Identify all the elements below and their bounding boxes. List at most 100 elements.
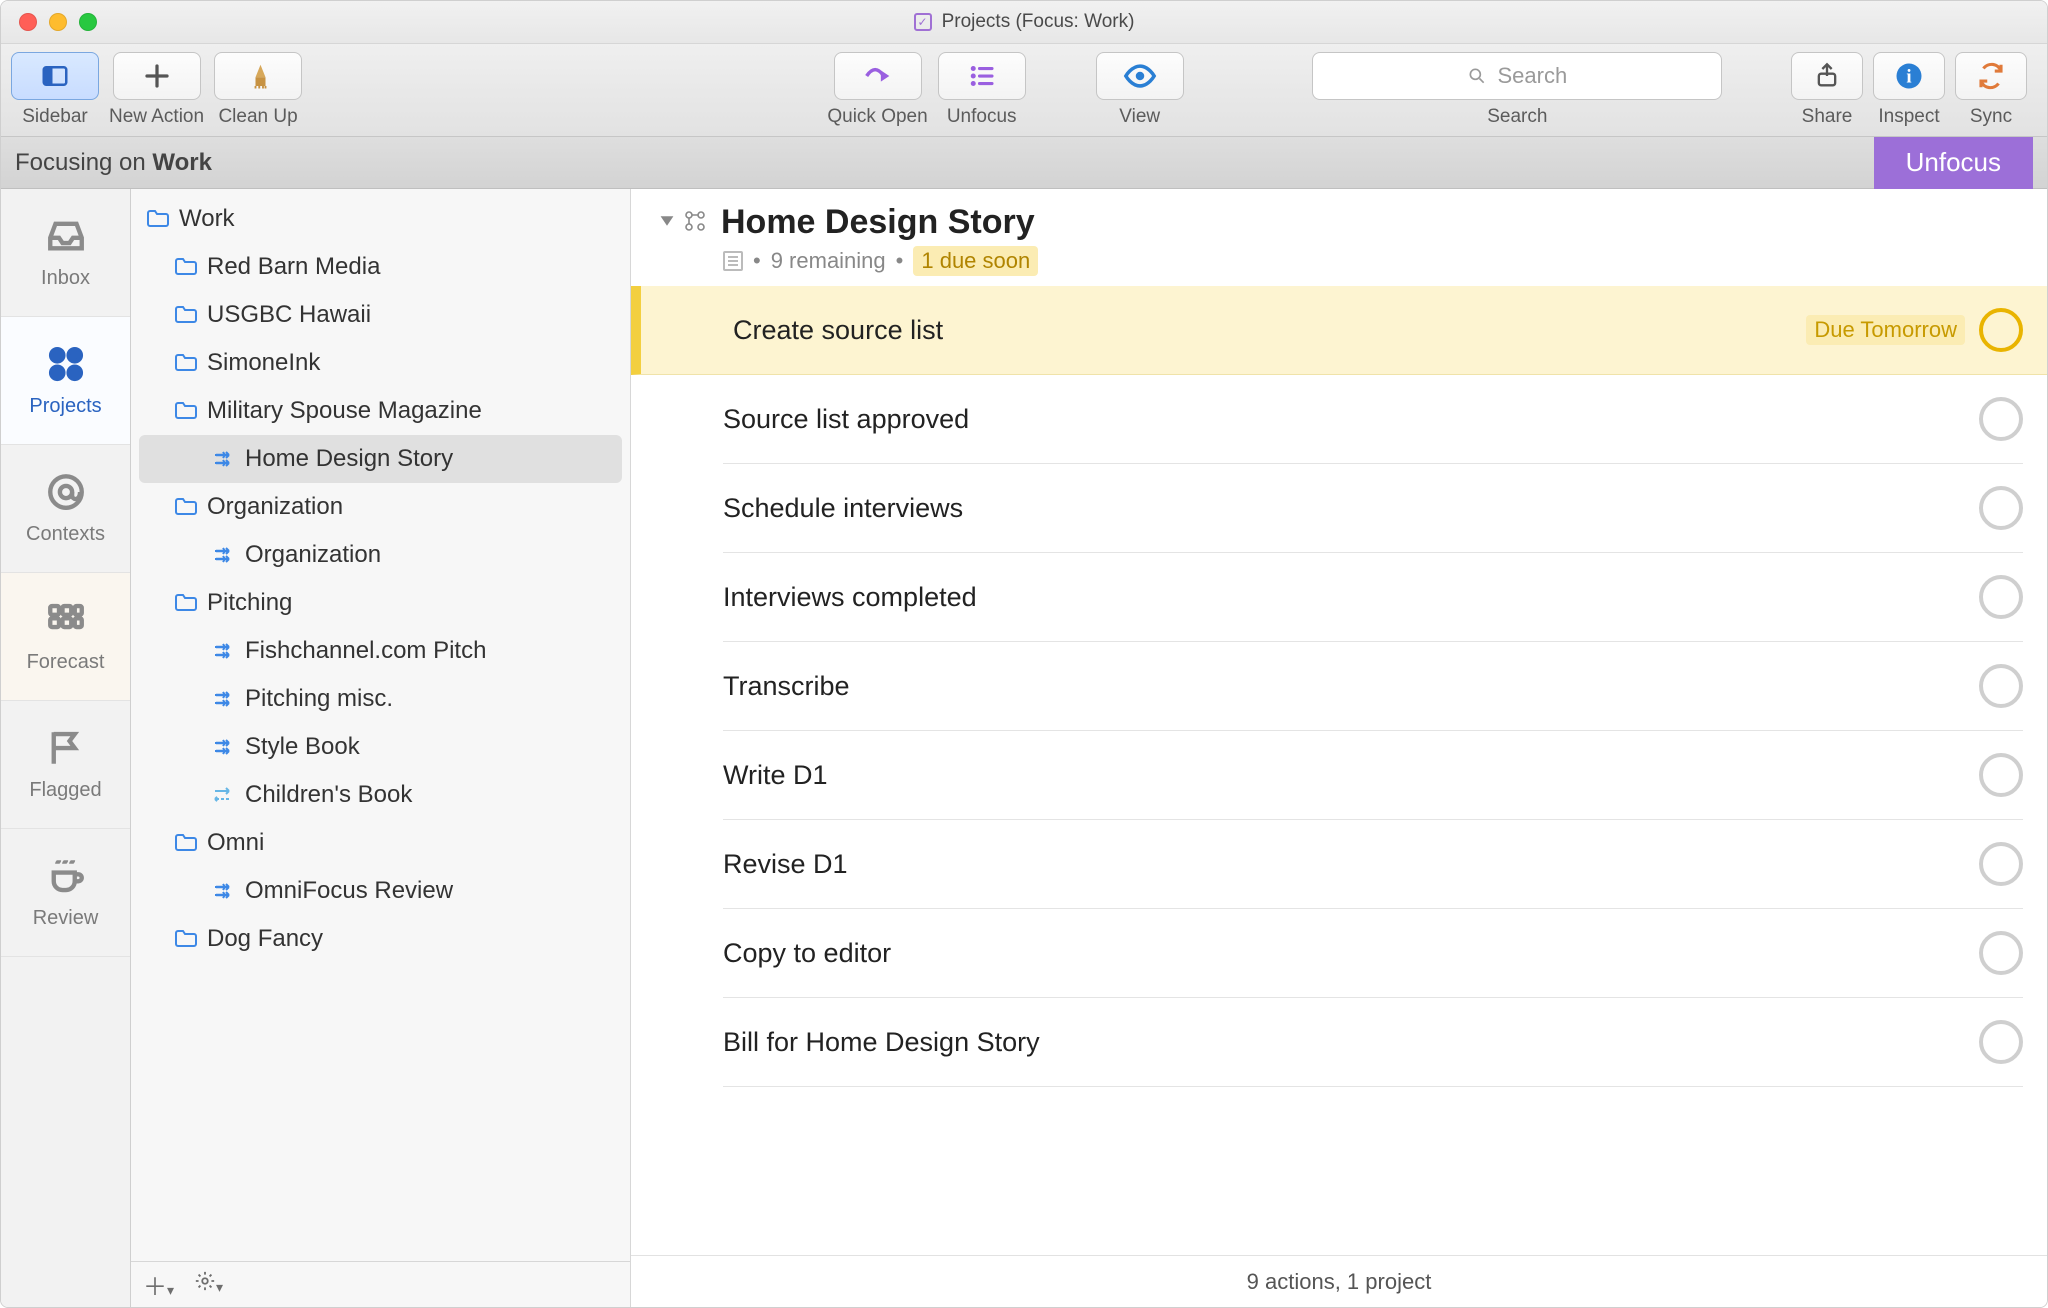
folder-icon (145, 207, 169, 231)
tree-row[interactable]: USGBC Hawaii (131, 291, 630, 339)
task-status-circle[interactable] (1979, 664, 2023, 708)
window-title: ✓ Projects (Focus: Work) (914, 11, 1135, 33)
tree-row[interactable]: OmniFocus Review (131, 867, 630, 915)
view-button[interactable] (1096, 52, 1184, 100)
tree-row-label: Pitching misc. (245, 685, 393, 713)
task-row[interactable]: Revise D1 (723, 820, 2023, 909)
share-button[interactable] (1791, 52, 1863, 100)
forecast-icon (45, 599, 87, 641)
tree-row[interactable]: Red Barn Media (131, 243, 630, 291)
tree-row[interactable]: SimoneInk (131, 339, 630, 387)
tree-row[interactable]: Work (131, 195, 630, 243)
parallel-project-icon (211, 543, 235, 567)
folder-icon (173, 927, 197, 951)
rail-forecast[interactable]: Forecast (1, 573, 130, 701)
task-row[interactable]: Schedule interviews (723, 464, 2023, 553)
app-icon: ✓ (914, 13, 932, 31)
task-name: Copy to editor (723, 938, 1979, 969)
task-status-circle[interactable] (1979, 308, 2023, 352)
focus-bar: Focusing on Work Unfocus (1, 137, 2047, 189)
share-icon (1813, 62, 1841, 90)
task-row[interactable]: Bill for Home Design Story (723, 998, 2023, 1087)
rail-contexts[interactable]: Contexts (1, 445, 130, 573)
list-icon (967, 61, 997, 91)
rail-projects[interactable]: Projects (1, 317, 130, 445)
folder-icon (173, 831, 197, 855)
tree-footer: ＋▾ ▾ (131, 1261, 630, 1307)
unfocus-button[interactable] (938, 52, 1026, 100)
focus-prefix: Focusing on (15, 149, 152, 176)
task-row[interactable]: Write D1 (723, 731, 2023, 820)
quick-open-button[interactable] (834, 52, 922, 100)
gear-menu-button[interactable]: ▾ (194, 1270, 223, 1299)
tree-row[interactable]: Omni (131, 819, 630, 867)
tree-row[interactable]: Organization (131, 483, 630, 531)
tree-row-label: USGBC Hawaii (207, 301, 371, 329)
folder-icon (173, 255, 197, 279)
tree-row[interactable]: Pitching (131, 579, 630, 627)
sync-button[interactable] (1955, 52, 2027, 100)
rail-projects-label: Projects (29, 395, 101, 418)
sidebar-toggle-label: Sidebar (22, 106, 88, 128)
parallel-project-icon (211, 639, 235, 663)
close-button[interactable] (19, 13, 37, 31)
info-icon: i (1894, 61, 1924, 91)
search-field[interactable]: Search (1312, 52, 1722, 100)
rail-flagged[interactable]: Flagged (1, 701, 130, 829)
task-name: Bill for Home Design Story (723, 1027, 1979, 1058)
add-menu-button[interactable]: ＋▾ (143, 1267, 174, 1302)
tree-row[interactable]: Children's Book (131, 771, 630, 819)
new-action-button[interactable] (113, 52, 201, 100)
tree-row[interactable]: Home Design Story (139, 435, 622, 483)
task-name: Interviews completed (723, 582, 1979, 613)
task-row[interactable]: Source list approved (723, 375, 2023, 464)
tree-row[interactable]: Dog Fancy (131, 915, 630, 963)
task-name: Revise D1 (723, 849, 1979, 880)
tree-row[interactable]: Pitching misc. (131, 675, 630, 723)
task-row[interactable]: Copy to editor (723, 909, 2023, 998)
content-title: Home Design Story (721, 203, 1038, 242)
task-status-circle[interactable] (1979, 575, 2023, 619)
task-row[interactable]: Transcribe (723, 642, 2023, 731)
perspective-rail: Inbox Projects Contexts Forecast Flagged… (1, 189, 131, 1307)
tree-row-label: Work (179, 205, 235, 233)
tree-row[interactable]: Style Book (131, 723, 630, 771)
task-status-circle[interactable] (1979, 486, 2023, 530)
due-soon-badge: 1 due soon (913, 246, 1038, 276)
svg-text:i: i (1906, 66, 1911, 87)
titlebar: ✓ Projects (Focus: Work) (1, 1, 2047, 44)
content-header: Home Design Story • 9 remaining • 1 due … (631, 189, 2047, 286)
rail-review[interactable]: Review (1, 829, 130, 957)
window-title-text: Projects (Focus: Work) (942, 11, 1135, 33)
parallel-project-icon (211, 735, 235, 759)
search-placeholder: Search (1497, 63, 1567, 89)
task-status-circle[interactable] (1979, 397, 2023, 441)
footer-summary: 9 actions, 1 project (1247, 1269, 1432, 1295)
clean-up-button[interactable] (214, 52, 302, 100)
triangle-down-icon (659, 213, 675, 229)
inbox-icon (45, 215, 87, 257)
task-due-label: Due Tomorrow (1806, 315, 1965, 345)
tree-row[interactable]: Organization (131, 531, 630, 579)
task-status-circle[interactable] (1979, 1020, 2023, 1064)
task-name: Schedule interviews (723, 493, 1979, 524)
task-status-circle[interactable] (1979, 931, 2023, 975)
unfocus-banner-button[interactable]: Unfocus (1874, 137, 2033, 189)
task-status-circle[interactable] (1979, 842, 2023, 886)
task-row[interactable]: Create source listDue Tomorrow (631, 286, 2047, 375)
rail-contexts-label: Contexts (26, 523, 105, 546)
parallel-project-icon (211, 879, 235, 903)
outline-controls[interactable] (659, 209, 707, 233)
tree-row-label: Home Design Story (245, 445, 453, 473)
sidebar-toggle-button[interactable] (11, 52, 99, 100)
note-icon[interactable] (723, 251, 743, 271)
rail-inbox[interactable]: Inbox (1, 189, 130, 317)
tree-row[interactable]: Fishchannel.com Pitch (131, 627, 630, 675)
tree-row[interactable]: Military Spouse Magazine (131, 387, 630, 435)
task-status-circle[interactable] (1979, 753, 2023, 797)
zoom-button[interactable] (79, 13, 97, 31)
inspect-button[interactable]: i (1873, 52, 1945, 100)
minimize-button[interactable] (49, 13, 67, 31)
parallel-project-icon (211, 447, 235, 471)
task-row[interactable]: Interviews completed (723, 553, 2023, 642)
